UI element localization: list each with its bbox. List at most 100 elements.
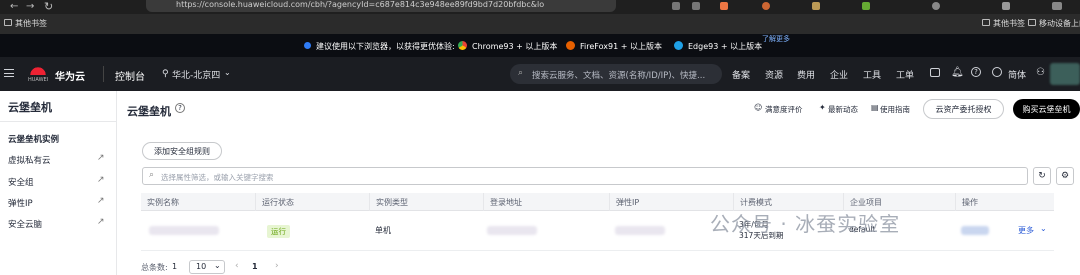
buy-button[interactable]: 购买云堡垒机 bbox=[1013, 99, 1080, 119]
bookmark-folder[interactable]: 其他书签 bbox=[15, 18, 47, 29]
buy-button-label: 购买云堡垒机 bbox=[1022, 104, 1071, 114]
back-icon[interactable]: ← bbox=[10, 1, 18, 12]
main-content: 云堡垒机 ? ☺ 满意度评价 ✦ 最新动态 ▤ 使用指南 云资产委托授权 购买云… bbox=[117, 91, 1080, 275]
search-icon: ⌕ bbox=[149, 170, 155, 180]
firefox-icon bbox=[566, 41, 575, 50]
sidebar-item-eip[interactable]: 弹性IP bbox=[8, 197, 33, 209]
more-link[interactable]: 更多 bbox=[1018, 225, 1034, 236]
authorize-button[interactable]: 云资产委托授权 bbox=[923, 99, 1004, 119]
nav-link-tickets[interactable]: 工单 bbox=[896, 68, 914, 81]
reload-icon[interactable]: ↻ bbox=[44, 0, 53, 13]
notice-text: 建议使用以下浏览器，以获得更优体验: bbox=[316, 42, 455, 51]
sidebar-item-bastion-instances[interactable]: 云堡垒机实例 bbox=[8, 133, 59, 145]
page-size-value: 10 bbox=[196, 262, 207, 271]
help-icon[interactable]: ? bbox=[971, 67, 981, 77]
brand-small: HUAWEI bbox=[28, 77, 49, 83]
help-icon[interactable]: ? bbox=[175, 103, 185, 113]
watermark: 公众号 · 冰蚕实验室 bbox=[710, 212, 901, 236]
sidebar: 云堡垒机 云堡垒机实例 虚拟私有云 ↗ 安全组 ↗ 弹性IP ↗ 安全云脑 ↗ bbox=[0, 91, 117, 275]
globe-icon[interactable] bbox=[992, 67, 1002, 77]
terminal-icon[interactable] bbox=[930, 68, 940, 77]
pagination: 总条数: 1 10 ⌄ ‹ 1 › bbox=[141, 260, 341, 275]
console-link[interactable]: 控制台 bbox=[115, 68, 145, 83]
extension-icon[interactable] bbox=[672, 2, 680, 10]
latest-link[interactable]: 最新动态 bbox=[828, 104, 858, 115]
nav-link-resources[interactable]: 资源 bbox=[765, 68, 783, 81]
table-row: 运行 单机 3年/包月 317天后到期 default 更多 ⌄ bbox=[141, 211, 1054, 251]
add-security-rule-label: 添加安全组规则 bbox=[154, 146, 210, 156]
global-search[interactable]: ⌕ 搜索云服务、文档、资源(名称/ID/IP)、快捷... bbox=[510, 64, 722, 84]
nav-link-billing[interactable]: 费用 bbox=[797, 68, 815, 81]
extension-icon[interactable] bbox=[1002, 2, 1010, 10]
col-status[interactable]: 运行状态 bbox=[255, 193, 369, 211]
chrome-icon bbox=[458, 41, 467, 50]
rss-icon: ✦ bbox=[819, 103, 826, 112]
nav-link-tools[interactable]: 工具 bbox=[863, 68, 881, 81]
total-label: 总条数: bbox=[141, 263, 168, 272]
avatar[interactable] bbox=[1050, 63, 1080, 85]
region-select[interactable]: 华北-北京四 bbox=[172, 68, 220, 81]
status-badge: 运行 bbox=[267, 225, 290, 238]
guide-link[interactable]: 使用指南 bbox=[880, 104, 910, 115]
extension-icon[interactable] bbox=[862, 2, 870, 10]
folder-icon bbox=[1028, 19, 1036, 26]
bookmark-folder[interactable]: 其他书签 bbox=[993, 18, 1025, 29]
extension-icon[interactable] bbox=[932, 2, 940, 10]
search-icon: ⌕ bbox=[518, 68, 524, 78]
smile-icon: ☺ bbox=[754, 103, 763, 112]
col-login-address[interactable]: 登录地址 bbox=[483, 193, 609, 211]
external-link-icon: ↗ bbox=[97, 196, 105, 206]
nav-link-enterprise[interactable]: 企业 bbox=[830, 68, 848, 81]
page-number[interactable]: 1 bbox=[252, 262, 258, 271]
search-placeholder: 搜索云服务、文档、资源(名称/ID/IP)、快捷... bbox=[532, 71, 706, 81]
console-top-nav: HUAWEI 华为云 控制台 ⚲ 华北-北京四 ⌄ ⌕ 搜索云服务、文档、资源(… bbox=[0, 57, 1080, 91]
external-link-icon: ↗ bbox=[97, 175, 105, 185]
location-icon: ⚲ bbox=[162, 69, 169, 79]
folder-icon bbox=[982, 19, 990, 26]
info-icon bbox=[304, 42, 311, 49]
add-security-rule-button[interactable]: 添加安全组规则 bbox=[142, 142, 222, 160]
col-instance-type[interactable]: 实例类型 bbox=[369, 193, 483, 211]
sidebar-item-vpc[interactable]: 虚拟私有云 bbox=[8, 154, 51, 166]
page-size-select[interactable]: 10 ⌄ bbox=[189, 260, 225, 274]
external-link-icon: ↗ bbox=[97, 217, 105, 227]
sidebar-title: 云堡垒机 bbox=[8, 101, 52, 114]
learn-more-link[interactable]: 了解更多 bbox=[762, 34, 790, 44]
col-instance-name[interactable]: 实例名称 bbox=[141, 193, 255, 211]
sidebar-item-security-group[interactable]: 安全组 bbox=[8, 176, 34, 188]
prev-page-icon[interactable]: ‹ bbox=[235, 261, 239, 271]
chevron-down-icon: ⌄ bbox=[214, 261, 221, 270]
forward-icon[interactable]: → bbox=[26, 1, 34, 12]
next-page-icon[interactable]: › bbox=[275, 261, 279, 271]
edge-version: Edge93 + 以上版本 bbox=[688, 42, 763, 51]
page-title: 云堡垒机 bbox=[127, 105, 171, 118]
extension-icon[interactable] bbox=[762, 2, 770, 10]
instance-name-redacted[interactable] bbox=[149, 226, 219, 235]
filter-input[interactable]: ⌕ 选择属性筛选，或输入关键字搜索 bbox=[142, 167, 1028, 185]
instance-type-value: 单机 bbox=[375, 226, 391, 235]
nav-link-icp[interactable]: 备案 bbox=[732, 68, 750, 81]
extension-icon[interactable] bbox=[720, 2, 728, 10]
menu-icon[interactable] bbox=[1052, 2, 1062, 10]
brand-name[interactable]: 华为云 bbox=[55, 68, 85, 83]
operation-link-redacted[interactable] bbox=[961, 226, 989, 235]
huawei-logo-icon bbox=[30, 65, 46, 75]
bookmark-folder[interactable]: 移动设备上的 bbox=[1039, 18, 1080, 29]
folder-icon bbox=[4, 19, 12, 26]
user-icon[interactable]: ⚇ bbox=[1036, 67, 1045, 78]
satisfaction-link[interactable]: 满意度评价 bbox=[765, 104, 803, 115]
extension-icons bbox=[672, 2, 1072, 12]
sidebar-item-secmaster[interactable]: 安全云脑 bbox=[8, 218, 42, 230]
firefox-version: FireFox91 + 以上版本 bbox=[580, 42, 662, 51]
table-header: 实例名称 运行状态 实例类型 登录地址 弹性IP 计费模式 企业项目 操作 bbox=[141, 193, 1054, 211]
menu-icon[interactable] bbox=[4, 69, 14, 77]
extension-icon[interactable] bbox=[812, 2, 820, 10]
refresh-icon[interactable]: ↻ bbox=[1033, 167, 1051, 185]
chevron-down-icon: ⌄ bbox=[224, 68, 231, 77]
settings-icon[interactable]: ⚙ bbox=[1056, 167, 1074, 185]
bell-icon[interactable]: 🔔︎ bbox=[951, 67, 964, 78]
extension-icon[interactable] bbox=[692, 2, 700, 10]
external-link-icon: ↗ bbox=[97, 153, 105, 163]
language-select[interactable]: 简体 bbox=[1008, 68, 1026, 81]
address-bar[interactable]: https://console.huaweicloud.com/cbh/?age… bbox=[146, 0, 616, 12]
